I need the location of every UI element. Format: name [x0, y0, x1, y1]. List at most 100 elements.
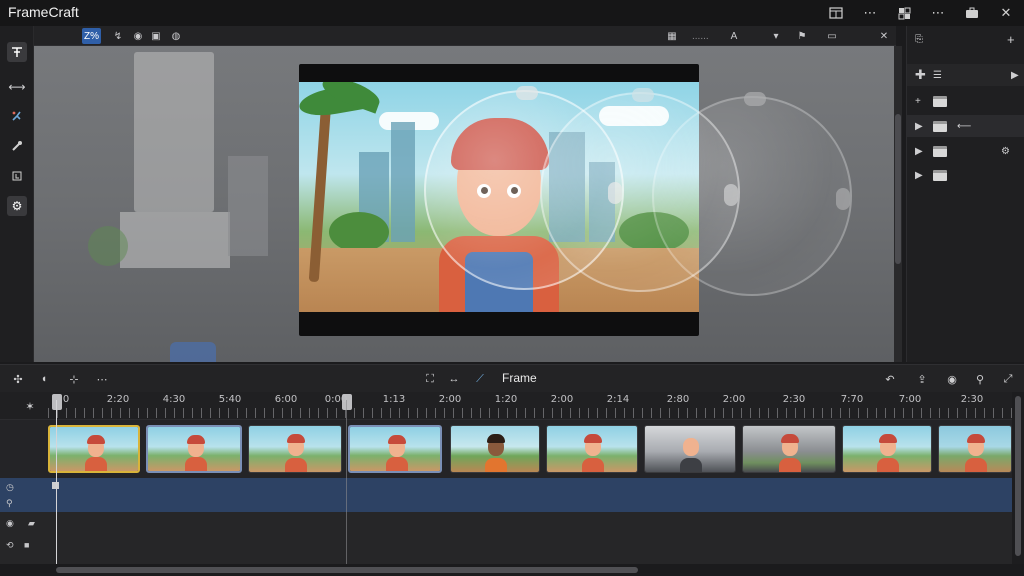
- chevron-right-icon[interactable]: ▶: [915, 170, 923, 181]
- list-icon[interactable]: ☰: [933, 70, 942, 81]
- viewer-scrollbar[interactable]: [894, 46, 902, 362]
- ruler-tick-label: 0:00: [324, 394, 348, 405]
- timeline-mode-label[interactable]: Frame: [502, 371, 537, 385]
- timeline-ruler[interactable]: ✶ 0 2:20 4:30 5:40 6:00 0:00 1:13 2:00 1:20 2:00 2…: [0, 392, 1012, 420]
- layers-panel: ⎘ + ✚ ☰ ▶ + ▶ ⟵ ▶ ⚙ ▶: [906, 26, 1024, 362]
- adjust-icon[interactable]: [7, 166, 27, 186]
- ruler-tick-label: 2:20: [106, 394, 130, 405]
- timeline-clip[interactable]: [842, 425, 932, 473]
- grid-icon[interactable]: [894, 3, 914, 23]
- timeline-horizontal-scrollbar[interactable]: [0, 564, 1024, 576]
- pin-icon[interactable]: ✶: [22, 398, 38, 414]
- more-icon[interactable]: ⋯: [860, 3, 880, 23]
- timeline-clip[interactable]: [348, 425, 442, 473]
- chevron-right-icon[interactable]: ▶: [915, 121, 923, 132]
- timeline-clip[interactable]: [644, 425, 736, 473]
- clip-thumbnail: [843, 426, 931, 472]
- clock-icon[interactable]: ◷: [6, 482, 14, 493]
- timeline-clip[interactable]: [248, 425, 342, 473]
- ruler-tick-label: 7:00: [898, 394, 922, 405]
- ruler-tick-label: 2:30: [782, 394, 806, 405]
- timeline-clip[interactable]: [48, 425, 140, 473]
- close-icon[interactable]: ✕: [996, 3, 1016, 23]
- record-icon[interactable]: ◉: [130, 28, 146, 44]
- add-layer-button[interactable]: +: [1007, 32, 1015, 47]
- layer-row[interactable]: ▶: [907, 164, 1024, 186]
- range-icon[interactable]: ↔: [446, 371, 462, 387]
- eye-icon[interactable]: ◉: [944, 371, 960, 387]
- mask-icon[interactable]: ◍: [168, 28, 184, 44]
- eye-icon[interactable]: ◉: [6, 518, 14, 529]
- clip-thumbnail: [50, 427, 138, 471]
- range-field[interactable]: ......: [690, 28, 711, 44]
- snap-icon[interactable]: ✣: [10, 371, 26, 387]
- undo-icon[interactable]: ↶: [882, 371, 898, 387]
- fullscreen-icon[interactable]: ⤢: [1000, 371, 1016, 387]
- app-title: FrameCraft: [8, 4, 79, 20]
- panel-layout-icon[interactable]: [826, 3, 846, 23]
- crop-icon[interactable]: ⛶: [422, 371, 438, 387]
- add-icon[interactable]: ✚: [915, 67, 926, 83]
- wand-icon[interactable]: ⟋: [472, 371, 488, 387]
- settings-icon[interactable]: ⚙: [7, 196, 27, 216]
- layer-row[interactable]: ▶ ⟵: [907, 115, 1024, 137]
- briefcase-icon[interactable]: [962, 3, 982, 23]
- layer-thumbnail: [933, 121, 947, 132]
- chevron-right-icon[interactable]: ▶: [915, 146, 923, 157]
- export-icon[interactable]: ⇪: [914, 371, 930, 387]
- tool-rail: ⟷ ⚙: [0, 26, 34, 362]
- preview-viewer[interactable]: [34, 46, 896, 362]
- clip-thumbnail: [148, 427, 240, 471]
- arrow-left-icon[interactable]: ⟵: [957, 121, 971, 132]
- video-track[interactable]: [0, 420, 1012, 478]
- background-machine: [134, 52, 214, 212]
- timeline-clip[interactable]: [546, 425, 638, 473]
- ruler-tick-label: 2:14: [606, 394, 630, 405]
- move-icon[interactable]: ⟷: [7, 77, 27, 97]
- comment-icon[interactable]: ▾: [768, 28, 784, 44]
- layer-thumbnail: [933, 146, 947, 157]
- split-icon[interactable]: ⊹: [66, 371, 82, 387]
- speaker-icon[interactable]: ◖: [36, 371, 52, 387]
- timeline-clip[interactable]: [742, 425, 836, 473]
- transform-icon[interactable]: ↯: [110, 28, 126, 44]
- text-tool-icon[interactable]: [7, 42, 27, 62]
- flag-icon[interactable]: ⚑: [794, 28, 810, 44]
- effects-icon[interactable]: [7, 106, 27, 126]
- snapshot-icon[interactable]: ▦: [664, 28, 680, 44]
- layer-row[interactable]: ▶ ⚙: [907, 140, 1024, 162]
- brush-icon[interactable]: [7, 136, 27, 156]
- ruler-tick-label: 6:00: [274, 394, 298, 405]
- marker-icon[interactable]: ⚲: [972, 371, 988, 387]
- crop-button[interactable]: A: [726, 28, 742, 44]
- expand-icon[interactable]: ▶: [1011, 70, 1019, 81]
- stop-icon[interactable]: ■: [24, 540, 29, 550]
- gear-icon[interactable]: ⚙: [1001, 146, 1010, 157]
- timeline-clip[interactable]: [450, 425, 540, 473]
- ruler-tick-label: 4:30: [162, 394, 186, 405]
- clip-thumbnail: [939, 426, 1011, 472]
- camera-icon[interactable]: ▰: [28, 518, 35, 529]
- zoom-button[interactable]: Z%: [82, 28, 101, 44]
- bubble-overlay[interactable]: [652, 92, 852, 296]
- layer-row[interactable]: +: [907, 90, 1024, 112]
- plus-icon[interactable]: +: [915, 96, 921, 107]
- timeline-clip[interactable]: [938, 425, 1012, 473]
- timeline-toolbar: ✣ ◖ ⊹ ⋯ ⛶ ↔ ⟋ Frame ↶ ⇪ ◉ ⚲ ⤢: [0, 364, 1024, 392]
- audio-track[interactable]: ◷ ⚲: [0, 478, 1012, 512]
- more-icon[interactable]: ⋯: [928, 3, 948, 23]
- timeline-clip[interactable]: [146, 425, 242, 473]
- pin-icon[interactable]: ⚲: [6, 498, 13, 509]
- clip-thumbnail: [743, 426, 835, 472]
- ruler-tick-label: 2:00: [722, 394, 746, 405]
- in-point-marker[interactable]: [52, 394, 62, 410]
- link-icon[interactable]: ⟲: [6, 540, 14, 551]
- timeline-vertical-scrollbar[interactable]: [1012, 392, 1024, 564]
- close-icon[interactable]: ✕: [876, 28, 892, 44]
- audio-icon[interactable]: ▣: [148, 28, 164, 44]
- layers-icon[interactable]: ⎘: [915, 34, 923, 45]
- effects-track[interactable]: ◉ ▰ ⟲ ■: [0, 512, 1012, 564]
- clip-thumbnail: [645, 426, 735, 472]
- more-icon[interactable]: ⋯: [94, 371, 110, 387]
- monitor-icon[interactable]: ▭: [824, 28, 840, 44]
